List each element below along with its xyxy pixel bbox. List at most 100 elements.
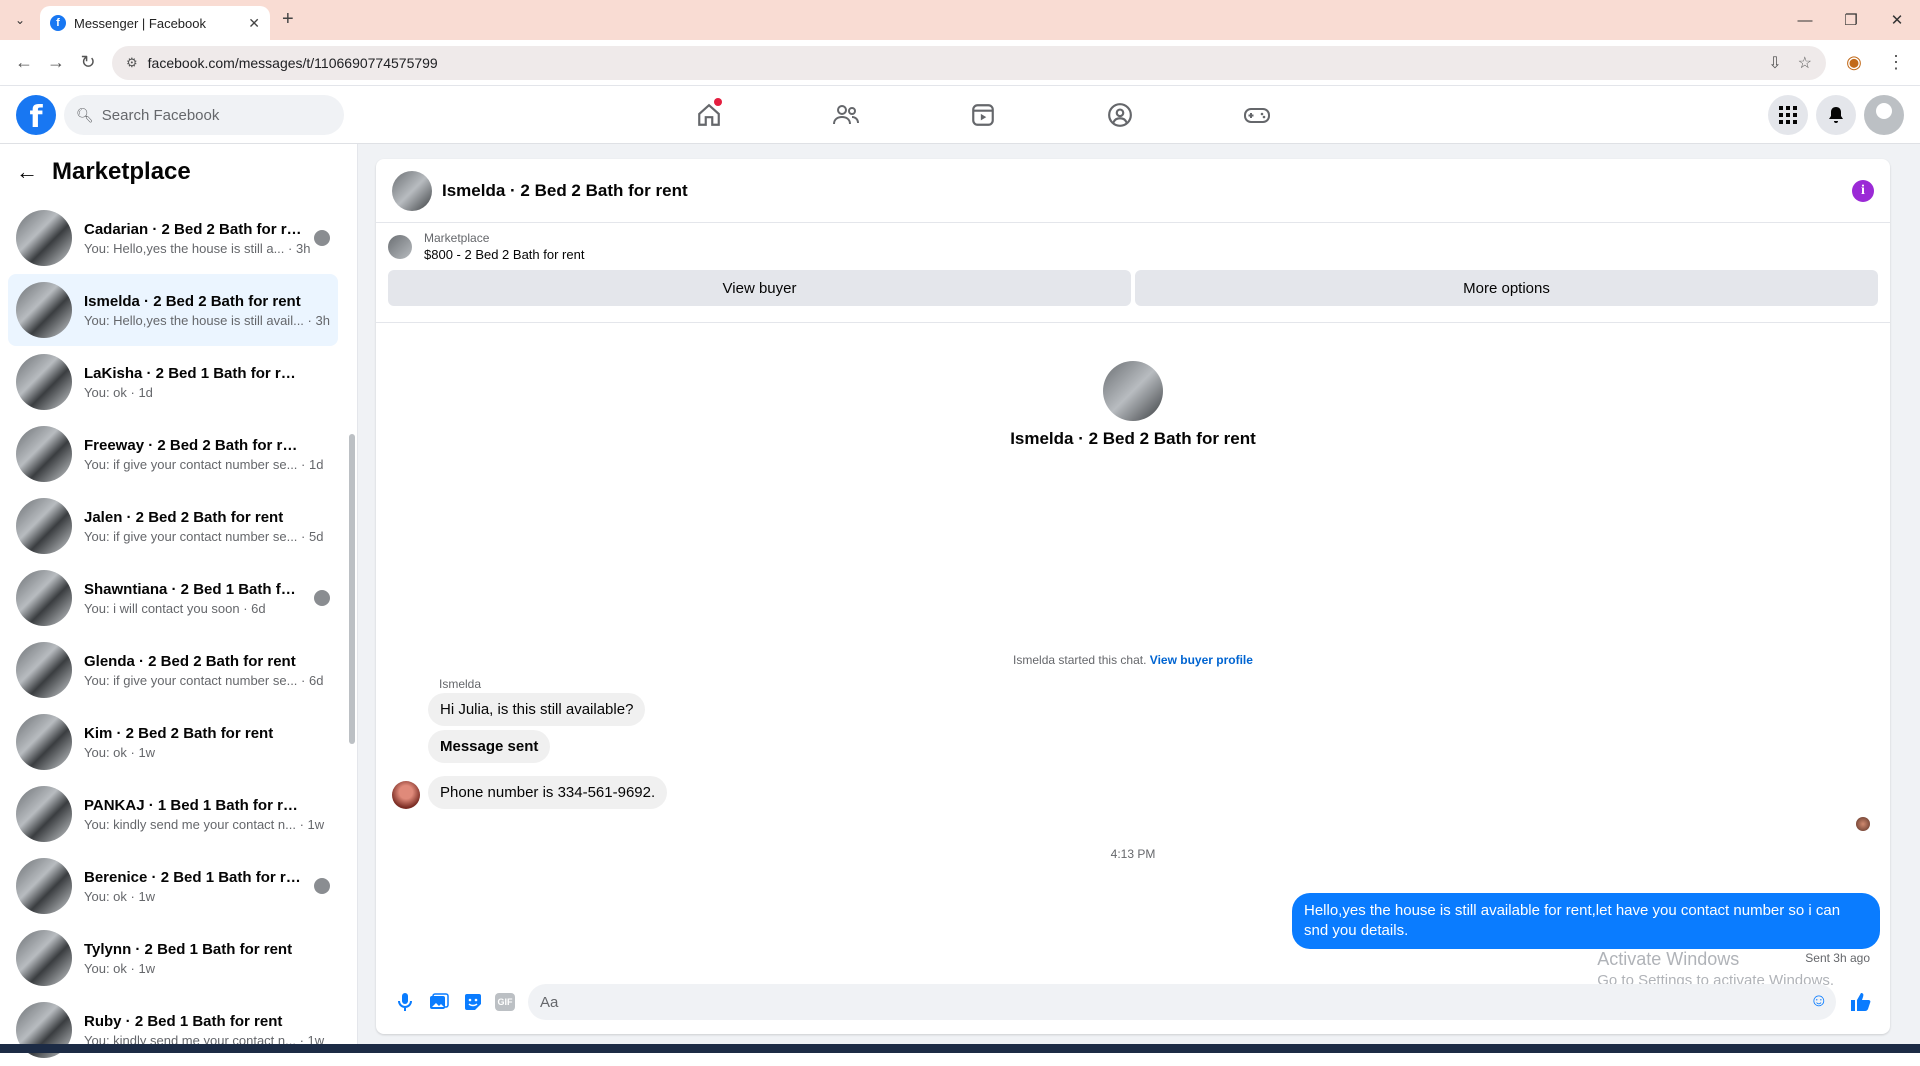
back-arrow-icon[interactable]: ← xyxy=(16,159,38,185)
forward-icon[interactable]: → xyxy=(40,47,72,79)
photo-icon[interactable] xyxy=(427,990,451,1014)
close-tab-icon[interactable]: ✕ xyxy=(248,15,260,32)
conversation-name: Kim · 2 Bed 2 Bath for rent xyxy=(84,725,302,742)
incoming-message[interactable]: Message sent xyxy=(428,730,550,763)
sidebar-scrollbar[interactable] xyxy=(348,184,356,1044)
conversation-name: Ruby · 2 Bed 1 Bath for rent xyxy=(84,1013,302,1030)
conversation-item[interactable]: Ismelda · 2 Bed 2 Bath for rent You: Hell… xyxy=(8,274,338,346)
conversation-item[interactable]: Ruby · 2 Bed 1 Bath for rentYou: kindly … xyxy=(8,994,338,1066)
facebook-favicon-icon: f xyxy=(50,15,66,31)
seen-avatar xyxy=(314,590,330,606)
incoming-message[interactable]: Phone number is 334-561-9692. xyxy=(428,776,667,809)
sticker-icon[interactable] xyxy=(461,990,485,1014)
restore-icon[interactable]: ❐ xyxy=(1828,0,1874,40)
conversation-preview: You: kindly send me your contact n... · … xyxy=(84,817,330,832)
profile-name: Ismelda · 2 Bed 2 Bath for rent xyxy=(376,429,1890,449)
conversation-item[interactable]: Glenda · 2 Bed 2 Bath for rent You: if gi… xyxy=(8,634,338,706)
browser-tab[interactable]: f Messenger | Facebook ✕ xyxy=(40,6,270,40)
bookmark-star-icon[interactable]: ☆ xyxy=(1798,53,1812,73)
outgoing-message[interactable]: Hello,yes the house is still available f… xyxy=(1292,893,1880,949)
seen-avatar xyxy=(314,230,330,246)
listing-thumbnail xyxy=(16,858,72,914)
message-input[interactable]: Aa ☺ xyxy=(528,984,1836,1020)
browser-menu-icon[interactable]: ⋮ xyxy=(1880,47,1912,79)
listing-title[interactable]: $800 - 2 Bed 2 Bath for rent xyxy=(424,247,584,262)
emoji-icon[interactable]: ☺ xyxy=(1810,990,1828,1011)
more-options-button[interactable]: More options xyxy=(1135,270,1878,306)
browser-toolbar: ← → ↻ ⚙ facebook.com/messages/t/11066907… xyxy=(0,40,1920,86)
address-bar[interactable]: ⚙ facebook.com/messages/t/11066907745757… xyxy=(112,46,1826,80)
sender-avatar[interactable] xyxy=(392,781,420,809)
messenger-main: ← Marketplace Cadarian · 2 Bed 2 Bath fo… xyxy=(0,144,1920,1044)
watermark-line1: Activate Windows xyxy=(1597,949,1834,970)
view-buyer-button[interactable]: View buyer xyxy=(388,270,1131,306)
listing-thumbnail xyxy=(16,210,72,266)
profile-icon[interactable]: ◉ xyxy=(1838,47,1870,79)
menu-grid-icon[interactable] xyxy=(1768,95,1808,135)
gif-icon[interactable]: GIF xyxy=(495,993,515,1011)
listing-thumbnail xyxy=(16,570,72,626)
listing-thumbnail xyxy=(16,714,72,770)
conversation-name: Cadarian · 2 Bed 2 Bath for rent xyxy=(84,221,302,238)
new-tab-icon[interactable]: + xyxy=(282,8,294,31)
search-input[interactable]: 🔍︎ Search Facebook xyxy=(64,95,344,135)
conversation-preview: You: ok · 1w xyxy=(84,889,330,904)
chat-title[interactable]: Ismelda · 2 Bed 2 Bath for rent xyxy=(442,181,1852,201)
conversation-name: Tylynn · 2 Bed 1 Bath for rent xyxy=(84,941,302,958)
reload-icon[interactable]: ↻ xyxy=(72,47,104,79)
conversation-item[interactable]: Jalen · 2 Bed 2 Bath for rentYou: if giv… xyxy=(8,490,338,562)
marketplace-sidebar: ← Marketplace Cadarian · 2 Bed 2 Bath fo… xyxy=(0,144,358,1044)
listing-thumbnail xyxy=(16,930,72,986)
home-nav-icon[interactable] xyxy=(640,86,777,144)
microphone-icon[interactable] xyxy=(393,990,417,1014)
account-avatar[interactable] xyxy=(1864,95,1904,135)
notification-dot xyxy=(714,98,722,106)
close-window-icon[interactable]: ✕ xyxy=(1874,0,1920,40)
view-buyer-profile-link[interactable]: View buyer profile xyxy=(1150,653,1253,667)
listing-thumbnail[interactable] xyxy=(388,235,412,259)
conversation-item[interactable]: Berenice · 2 Bed 1 Bath for rent You: ok … xyxy=(8,850,338,922)
conversation-preview: You: Hello,yes the house is still a... ·… xyxy=(84,241,330,256)
os-taskbar xyxy=(0,1044,1920,1053)
conversation-item[interactable]: Kim · 2 Bed 2 Bath for rentYou: ok · 1w xyxy=(8,706,338,778)
notifications-bell-icon[interactable] xyxy=(1816,95,1856,135)
conversation-preview: You: if give your contact number se... ·… xyxy=(84,457,330,472)
friends-nav-icon[interactable] xyxy=(777,86,914,144)
conversation-item[interactable]: LaKisha · 2 Bed 1 Bath for rentYou: ok ·… xyxy=(8,346,338,418)
conversation-item[interactable]: Cadarian · 2 Bed 2 Bath for rent You: Hel… xyxy=(8,202,338,274)
conversation-item[interactable]: Shawntiana · 2 Bed 1 Bath for ...You: i … xyxy=(8,562,338,634)
read-receipt-avatar xyxy=(1856,817,1870,831)
info-icon[interactable]: i xyxy=(1852,180,1874,202)
conversation-name: Jalen · 2 Bed 2 Bath for rent xyxy=(84,509,302,526)
conversation-item[interactable]: Tylynn · 2 Bed 1 Bath for rentYou: ok · … xyxy=(8,922,338,994)
listing-thumbnail xyxy=(16,642,72,698)
conversation-item[interactable]: Freeway · 2 Bed 2 Bath for rentYou: if g… xyxy=(8,418,338,490)
conversation-name: Glenda · 2 Bed 2 Bath for rent xyxy=(84,653,302,670)
chat-header: Ismelda · 2 Bed 2 Bath for rent i xyxy=(376,159,1890,223)
listing-thumbnail xyxy=(16,786,72,842)
gaming-nav-icon[interactable] xyxy=(1188,86,1325,144)
incoming-message[interactable]: Hi Julia, is this still available? xyxy=(428,693,645,726)
conversation-item[interactable]: PANKAJ · 1 Bed 1 Bath for rentYou: kindl… xyxy=(8,778,338,850)
groups-nav-icon[interactable] xyxy=(1051,86,1188,144)
back-icon[interactable]: ← xyxy=(8,47,40,79)
search-icon: 🔍︎ xyxy=(76,107,94,124)
conversation-preview: You: Hello,yes the house is still avail.… xyxy=(84,313,330,328)
message-input-placeholder: Aa xyxy=(540,994,558,1011)
conversation-name: Berenice · 2 Bed 1 Bath for rent xyxy=(84,869,302,886)
conversation-preview: You: if give your contact number se... ·… xyxy=(84,673,330,688)
site-info-icon[interactable]: ⚙ xyxy=(126,55,138,71)
tab-title: Messenger | Facebook xyxy=(74,16,248,31)
listing-thumbnail xyxy=(16,426,72,482)
profile-avatar[interactable] xyxy=(1103,361,1163,421)
like-thumb-icon[interactable] xyxy=(1849,990,1873,1014)
conversation-name: Ismelda · 2 Bed 2 Bath for rent xyxy=(84,293,302,310)
tab-search-icon[interactable]: ⌄ xyxy=(8,10,32,30)
chat-avatar[interactable] xyxy=(392,171,432,211)
minimize-icon[interactable]: — xyxy=(1782,0,1828,40)
sender-name: Ismelda xyxy=(439,677,481,691)
video-nav-icon[interactable] xyxy=(914,86,1051,144)
install-app-icon[interactable]: ⇩ xyxy=(1768,53,1781,73)
facebook-logo-icon[interactable]: f xyxy=(16,95,56,135)
chat-started-notice: Ismelda started this chat. View buyer pr… xyxy=(376,653,1890,667)
